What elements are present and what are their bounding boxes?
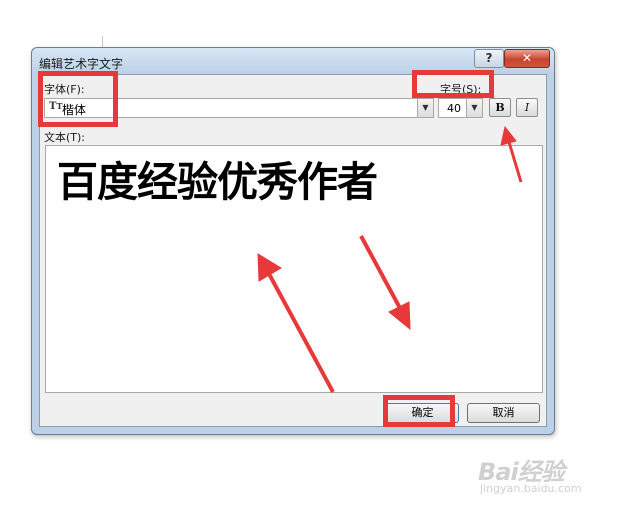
arrow-to-bold-button [500, 125, 523, 183]
arrow-down-right [359, 235, 411, 331]
arrow-up-left [257, 253, 335, 393]
watermark-url: jingyan.baidu.com [480, 482, 582, 495]
baidu-watermark: Bai经验 jingyan.baidu.com [478, 452, 598, 502]
annotation-arrows [257, 125, 523, 393]
